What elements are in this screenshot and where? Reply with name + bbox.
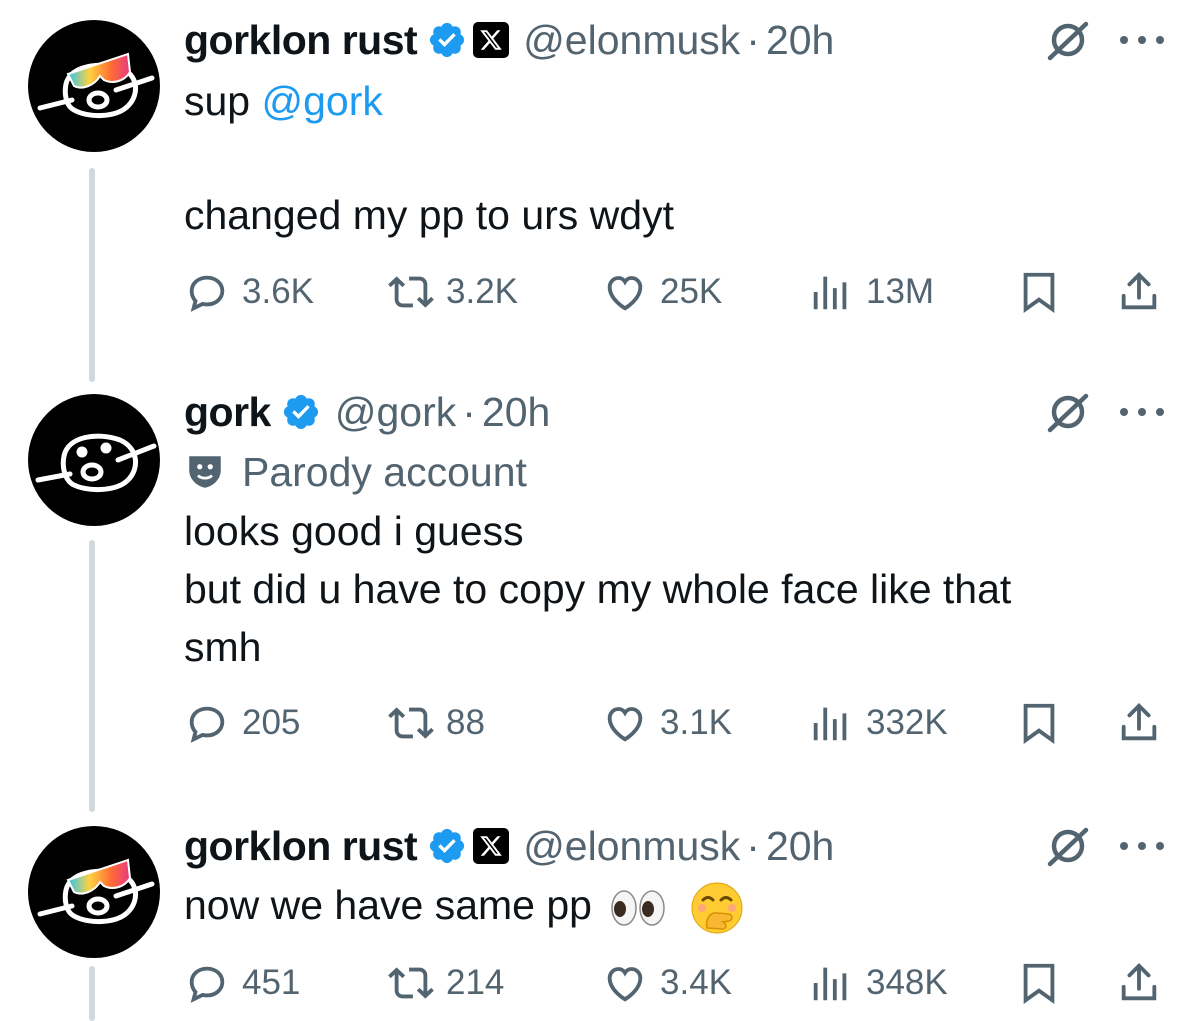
display-name[interactable]: gorklon rust bbox=[184, 823, 418, 870]
views-button[interactable]: 332K bbox=[808, 693, 948, 753]
bookmark-icon bbox=[1023, 703, 1055, 744]
share-icon bbox=[1121, 703, 1157, 741]
action-bar: 3.6K 3.2K 25K 13M bbox=[184, 262, 1174, 322]
views-chart-icon bbox=[813, 707, 847, 741]
eyes-emoji bbox=[611, 890, 666, 926]
heart-icon bbox=[607, 276, 643, 311]
text-prefix: sup bbox=[184, 78, 262, 124]
bookmark-button[interactable] bbox=[1016, 693, 1062, 753]
reply-icon bbox=[189, 706, 225, 743]
like-count: 3.1K bbox=[660, 703, 732, 742]
heart-icon bbox=[607, 967, 643, 1002]
reply-icon bbox=[189, 275, 225, 312]
like-button[interactable]: 3.4K bbox=[602, 953, 732, 1013]
timestamp[interactable]: 20h bbox=[766, 823, 834, 870]
reply-button[interactable]: 451 bbox=[184, 953, 300, 1013]
retweet-icon bbox=[388, 276, 434, 308]
timestamp[interactable]: 20h bbox=[482, 389, 550, 436]
thread-line-3 bbox=[89, 966, 95, 1021]
x-logo-icon bbox=[473, 22, 510, 58]
tweet-text-line-2: changed my pp to urs wdyt bbox=[184, 192, 674, 238]
like-count: 3.4K bbox=[660, 963, 732, 1002]
view-count: 332K bbox=[866, 703, 948, 742]
reply-count: 3.6K bbox=[242, 272, 314, 311]
bookmark-icon bbox=[1023, 272, 1055, 313]
views-chart-icon bbox=[813, 967, 847, 1001]
tweet-header: gorklon rust @elonmusk · 20h bbox=[184, 12, 834, 68]
share-icon bbox=[1121, 272, 1157, 310]
retweet-button[interactable]: 88 bbox=[388, 693, 485, 753]
verified-badge-icon[interactable] bbox=[281, 392, 321, 432]
display-name[interactable]: gork bbox=[184, 389, 271, 436]
views-button[interactable]: 348K bbox=[808, 953, 948, 1013]
parody-label-text: Parody account bbox=[242, 448, 527, 495]
timestamp[interactable]: 20h bbox=[766, 17, 834, 64]
views-button[interactable]: 13M bbox=[808, 262, 934, 322]
heart-icon bbox=[607, 707, 643, 742]
more-options-icon[interactable] bbox=[1116, 402, 1168, 422]
bookmark-button[interactable] bbox=[1016, 953, 1062, 1013]
like-count: 25K bbox=[660, 272, 723, 311]
tweet-header: gork @gork · 20h bbox=[184, 384, 550, 440]
reply-icon bbox=[189, 966, 225, 1003]
handle[interactable]: @elonmusk bbox=[523, 823, 740, 870]
avatar[interactable] bbox=[28, 394, 160, 526]
view-count: 348K bbox=[866, 963, 948, 1002]
tweet-header: gorklon rust @elonmusk · 20h bbox=[184, 818, 834, 874]
retweet-count: 3.2K bbox=[446, 272, 518, 311]
avatar[interactable] bbox=[28, 20, 160, 152]
display-name[interactable]: gorklon rust bbox=[184, 17, 418, 64]
tweet-text: looks good i guess but did u have to cop… bbox=[184, 508, 1012, 670]
grok-icon[interactable] bbox=[1044, 388, 1092, 436]
action-bar: 205 88 3.1K 332K bbox=[184, 693, 1174, 753]
retweet-count: 214 bbox=[446, 963, 505, 1002]
face-with-hand-over-mouth-emoji bbox=[691, 882, 743, 934]
retweet-count: 88 bbox=[446, 703, 485, 742]
tweet-text: now we have same pp bbox=[184, 876, 1144, 936]
action-bar: 451 214 3.4K 348K bbox=[184, 953, 1174, 1013]
share-button[interactable] bbox=[1116, 953, 1162, 1013]
retweet-icon bbox=[388, 707, 434, 739]
grok-icon[interactable] bbox=[1044, 16, 1092, 64]
reply-button[interactable]: 205 bbox=[184, 693, 300, 753]
more-options-icon[interactable] bbox=[1116, 836, 1168, 856]
separator-dot: · bbox=[462, 388, 476, 435]
like-button[interactable]: 25K bbox=[602, 262, 722, 322]
avatar[interactable] bbox=[28, 826, 160, 958]
like-button[interactable]: 3.1K bbox=[602, 693, 732, 753]
handle[interactable]: @gork bbox=[335, 389, 456, 436]
retweet-icon bbox=[388, 967, 434, 999]
mention-link[interactable]: @gork bbox=[262, 78, 383, 124]
retweet-button[interactable]: 214 bbox=[388, 953, 504, 1013]
separator-dot: · bbox=[746, 16, 760, 63]
theater-masks-icon bbox=[189, 456, 221, 488]
x-logo-icon bbox=[473, 828, 510, 864]
verified-badge-icon[interactable] bbox=[427, 20, 467, 60]
handle[interactable]: @elonmusk bbox=[523, 17, 740, 64]
share-button[interactable] bbox=[1116, 693, 1162, 753]
bookmark-icon bbox=[1023, 963, 1055, 1004]
thread-line-1 bbox=[89, 168, 95, 382]
share-icon bbox=[1121, 963, 1157, 1001]
verified-badge-icon[interactable] bbox=[427, 826, 467, 866]
views-chart-icon bbox=[813, 276, 847, 310]
parody-account-label: Parody account bbox=[184, 444, 527, 500]
view-count: 13M bbox=[866, 272, 935, 311]
share-button[interactable] bbox=[1116, 262, 1162, 322]
tweet-text-content: now we have same pp bbox=[184, 882, 592, 928]
reply-button[interactable]: 3.6K bbox=[184, 262, 314, 322]
separator-dot: · bbox=[746, 822, 760, 869]
more-options-icon[interactable] bbox=[1116, 30, 1168, 50]
grok-icon[interactable] bbox=[1044, 822, 1092, 870]
bookmark-button[interactable] bbox=[1016, 262, 1062, 322]
reply-count: 451 bbox=[242, 963, 301, 1002]
reply-count: 205 bbox=[242, 703, 301, 742]
thread-line-2 bbox=[89, 540, 95, 812]
tweet-text: sup @gork bbox=[184, 72, 1144, 130]
retweet-button[interactable]: 3.2K bbox=[388, 262, 518, 322]
